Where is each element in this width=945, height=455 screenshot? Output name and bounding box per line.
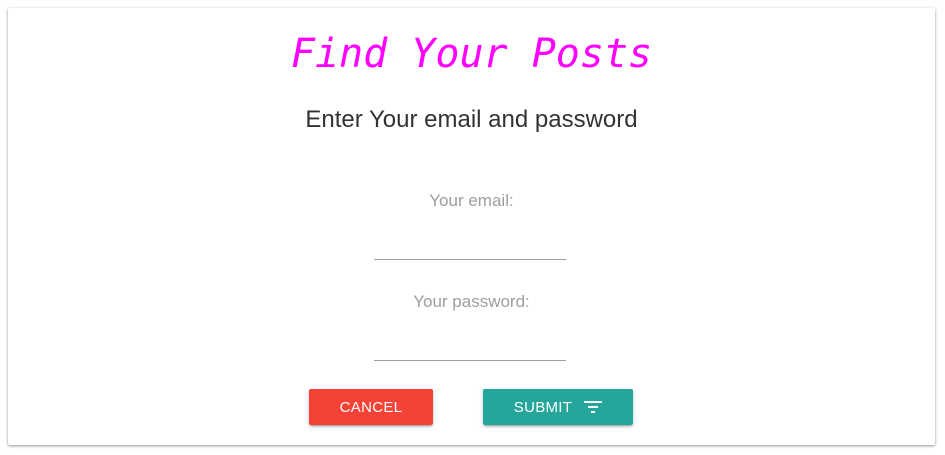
cancel-button-label: CANCEL	[339, 398, 403, 416]
page-subtitle: Enter Your email and password	[305, 106, 638, 133]
email-field[interactable]	[374, 230, 566, 260]
cancel-button[interactable]: CANCEL	[309, 389, 433, 425]
password-field[interactable]	[374, 331, 566, 361]
filter-list-icon	[584, 400, 603, 414]
password-label: Your password:	[413, 292, 530, 311]
login-card: Find Your Posts Enter Your email and pas…	[8, 8, 935, 445]
submit-button-label: SUBMIT	[513, 398, 573, 416]
email-label: Your email:	[429, 191, 514, 210]
page-title: Find Your Posts	[290, 31, 653, 77]
submit-button[interactable]: SUBMIT	[483, 389, 633, 425]
